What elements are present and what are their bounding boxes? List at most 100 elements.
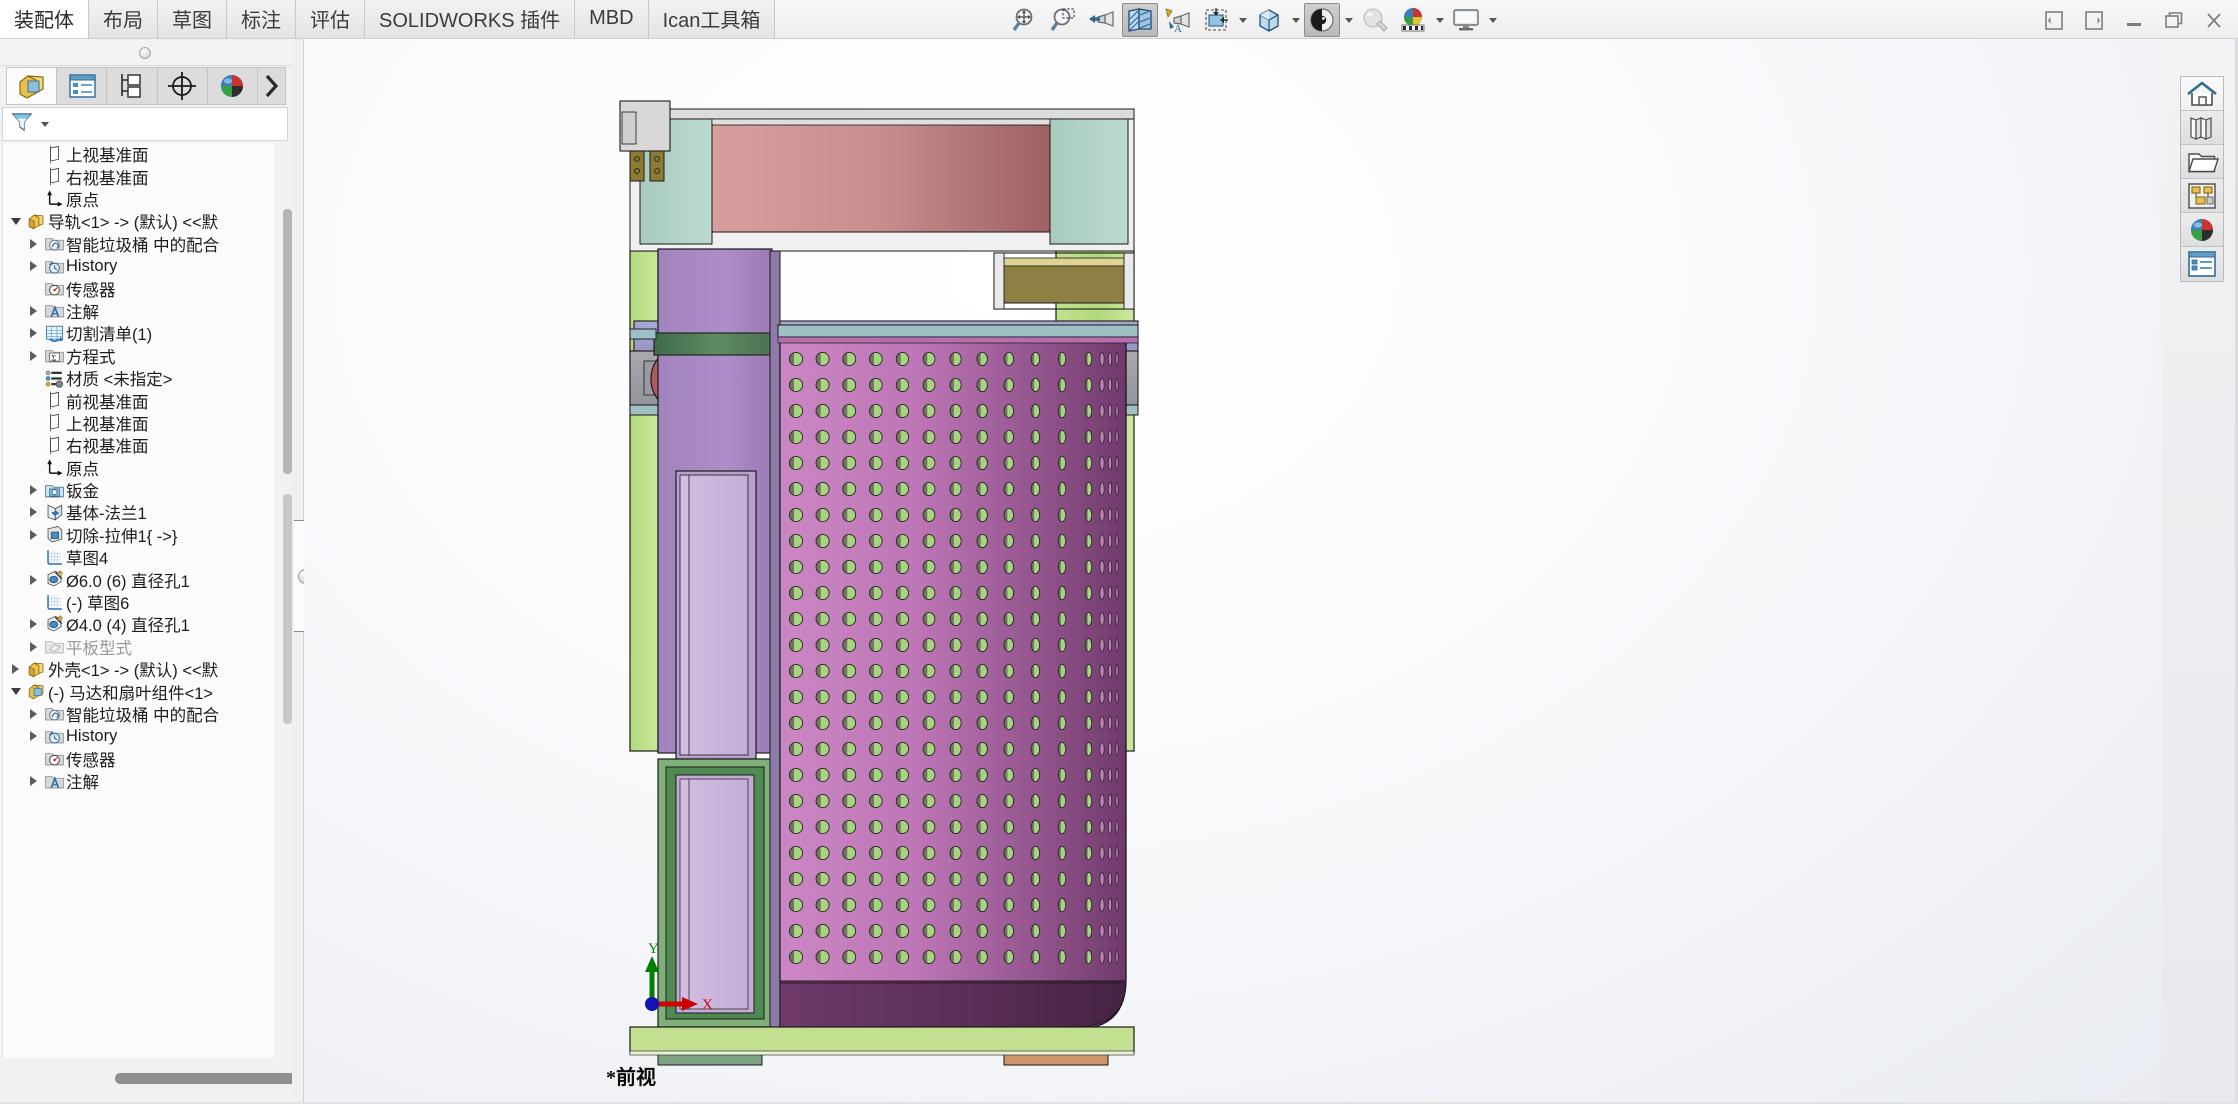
tree-item[interactable]: 智能垃圾桶 中的配合: [3, 233, 274, 255]
display-style-icon[interactable]: [1198, 3, 1234, 37]
tree-item[interactable]: 基体-法兰1: [3, 501, 274, 523]
tab-evaluate[interactable]: 评估: [296, 0, 365, 38]
tree-item[interactable]: 平板型式: [3, 636, 274, 658]
tab-display-manager[interactable]: [208, 68, 258, 104]
restore-button[interactable]: [2156, 4, 2192, 36]
tree-expander-open-icon[interactable]: [7, 688, 24, 695]
custom-properties-button[interactable]: [2181, 247, 2223, 281]
tree-item[interactable]: 右视基准面: [3, 434, 274, 456]
close-button[interactable]: [2196, 4, 2232, 36]
panel-pin-dot[interactable]: [139, 47, 151, 59]
view-settings-icon[interactable]: [1395, 3, 1431, 37]
zoom-to-fit-icon[interactable]: [1008, 3, 1044, 37]
tree-item[interactable]: 注解: [3, 770, 274, 792]
tree-expander-closed-icon[interactable]: [25, 261, 42, 271]
tree-item[interactable]: 钣金: [3, 479, 274, 501]
tab-markup[interactable]: 标注: [227, 0, 296, 38]
sketch-icon: [42, 592, 66, 613]
tab-expand-panel[interactable]: [258, 68, 285, 104]
tree-item[interactable]: 前视基准面: [3, 389, 274, 411]
tree-item[interactable]: 材质 <未指定>: [3, 367, 274, 389]
tab-assembly[interactable]: 装配体: [0, 0, 89, 38]
tree-expander-closed-icon[interactable]: [25, 530, 42, 540]
tree-item[interactable]: 传感器: [3, 748, 274, 770]
edit-appearance-icon[interactable]: [1304, 3, 1340, 37]
tree-item[interactable]: 原点: [3, 456, 274, 478]
tree-item[interactable]: (-) 草图6: [3, 591, 274, 613]
tree-expander-closed-icon[interactable]: [25, 239, 42, 249]
tree-vertical-scrollbar-track[interactable]: [283, 494, 292, 724]
feature-tree[interactable]: 上视基准面右视基准面原点导轨<1> -> (默认) <<默智能垃圾桶 中的配合H…: [2, 143, 274, 1058]
tree-item[interactable]: 草图4: [3, 546, 274, 568]
tree-item[interactable]: 外壳<1> -> (默认) <<默: [3, 658, 274, 680]
design-library-button[interactable]: [2181, 111, 2223, 145]
tab-dimxpert-manager[interactable]: [158, 68, 208, 104]
minimize-button[interactable]: [2116, 4, 2152, 36]
tree-expander-open-icon[interactable]: [7, 218, 24, 225]
previous-view-icon[interactable]: [1084, 3, 1120, 37]
edit-appearance-dropdown-icon[interactable]: [1342, 3, 1355, 37]
tab-solidworks-addins[interactable]: SOLIDWORKS 插件: [365, 0, 575, 38]
tree-expander-closed-icon[interactable]: [25, 485, 42, 495]
tree-item[interactable]: (-) 马达和扇叶组件<1>: [3, 680, 274, 702]
history-icon: [42, 256, 66, 277]
tree-item[interactable]: 右视基准面: [3, 165, 274, 187]
tab-sketch[interactable]: 草图: [158, 0, 227, 38]
tab-feature-manager[interactable]: [7, 68, 57, 104]
tree-item[interactable]: 导轨<1> -> (默认) <<默: [3, 210, 274, 232]
tree-item[interactable]: Σ方程式: [3, 345, 274, 367]
tree-expander-closed-icon[interactable]: [25, 642, 42, 652]
hide-show-items-icon[interactable]: [1251, 3, 1287, 37]
plane-icon: [42, 166, 66, 187]
restore-left-pane-button[interactable]: [2036, 4, 2072, 36]
sw-resources-button[interactable]: [2181, 77, 2223, 111]
tab-layout[interactable]: 布局: [89, 0, 158, 38]
tree-item[interactable]: 注解: [3, 300, 274, 322]
tab-configuration-manager[interactable]: [107, 68, 157, 104]
tree-item[interactable]: 切割清单(1): [3, 322, 274, 344]
filter-icon[interactable]: [9, 109, 35, 140]
tree-expander-closed-icon[interactable]: [25, 575, 42, 585]
graphics-area[interactable]: Y X *前视: [304, 39, 2162, 1104]
tree-item-label: 注解: [66, 769, 99, 793]
tree-item[interactable]: 原点: [3, 188, 274, 210]
tree-item[interactable]: History: [3, 725, 274, 747]
tree-expander-closed-icon[interactable]: [25, 731, 42, 741]
tree-expander-closed-icon[interactable]: [25, 507, 42, 517]
section-view-icon[interactable]: [1122, 3, 1158, 37]
tree-expander-closed-icon[interactable]: [7, 664, 24, 674]
tree-item[interactable]: History: [3, 255, 274, 277]
viewport-icon[interactable]: [1448, 3, 1484, 37]
tree-expander-closed-icon[interactable]: [25, 709, 42, 719]
tree-expander-closed-icon[interactable]: [25, 351, 42, 361]
tree-item[interactable]: 上视基准面: [3, 143, 274, 165]
tree-expander-closed-icon[interactable]: [25, 328, 42, 338]
tree-item[interactable]: 切除-拉伸1{ ->}: [3, 524, 274, 546]
hide-show-items-dropdown-icon[interactable]: [1289, 3, 1302, 37]
tab-property-manager[interactable]: [57, 68, 107, 104]
apply-scene-icon[interactable]: [1357, 3, 1393, 37]
tree-expander-closed-icon[interactable]: [25, 619, 42, 629]
tree-item[interactable]: 传感器: [3, 277, 274, 299]
tab-ican-toolbox[interactable]: Ican工具箱: [649, 0, 776, 38]
tree-item[interactable]: Ø4.0 (4) 直径孔1: [3, 613, 274, 635]
zoom-to-area-icon[interactable]: [1046, 3, 1082, 37]
tree-item[interactable]: 上视基准面: [3, 412, 274, 434]
restore-right-pane-button[interactable]: [2076, 4, 2112, 36]
viewport-dropdown-icon[interactable]: [1486, 3, 1499, 37]
tree-item[interactable]: 智能垃圾桶 中的配合: [3, 703, 274, 725]
tree-item[interactable]: Ø6.0 (6) 直径孔1: [3, 568, 274, 590]
view-settings-dropdown-icon[interactable]: [1433, 3, 1446, 37]
feature-filter-bar[interactable]: [2, 107, 288, 141]
tree-vertical-scrollbar-thumb[interactable]: [283, 209, 292, 474]
tab-mbd[interactable]: MBD: [575, 0, 648, 38]
tree-expander-closed-icon[interactable]: [25, 306, 42, 316]
view-palette-button[interactable]: [2181, 179, 2223, 213]
file-explorer-button[interactable]: [2181, 145, 2223, 179]
display-style-dropdown-icon[interactable]: [1236, 3, 1249, 37]
tree-expander-closed-icon[interactable]: [25, 776, 42, 786]
filter-caret-icon[interactable]: [38, 107, 51, 141]
model-3d-view[interactable]: [304, 39, 2162, 1104]
view-orientation-icon[interactable]: A: [1160, 3, 1196, 37]
appearances-scenes-button[interactable]: [2181, 213, 2223, 247]
